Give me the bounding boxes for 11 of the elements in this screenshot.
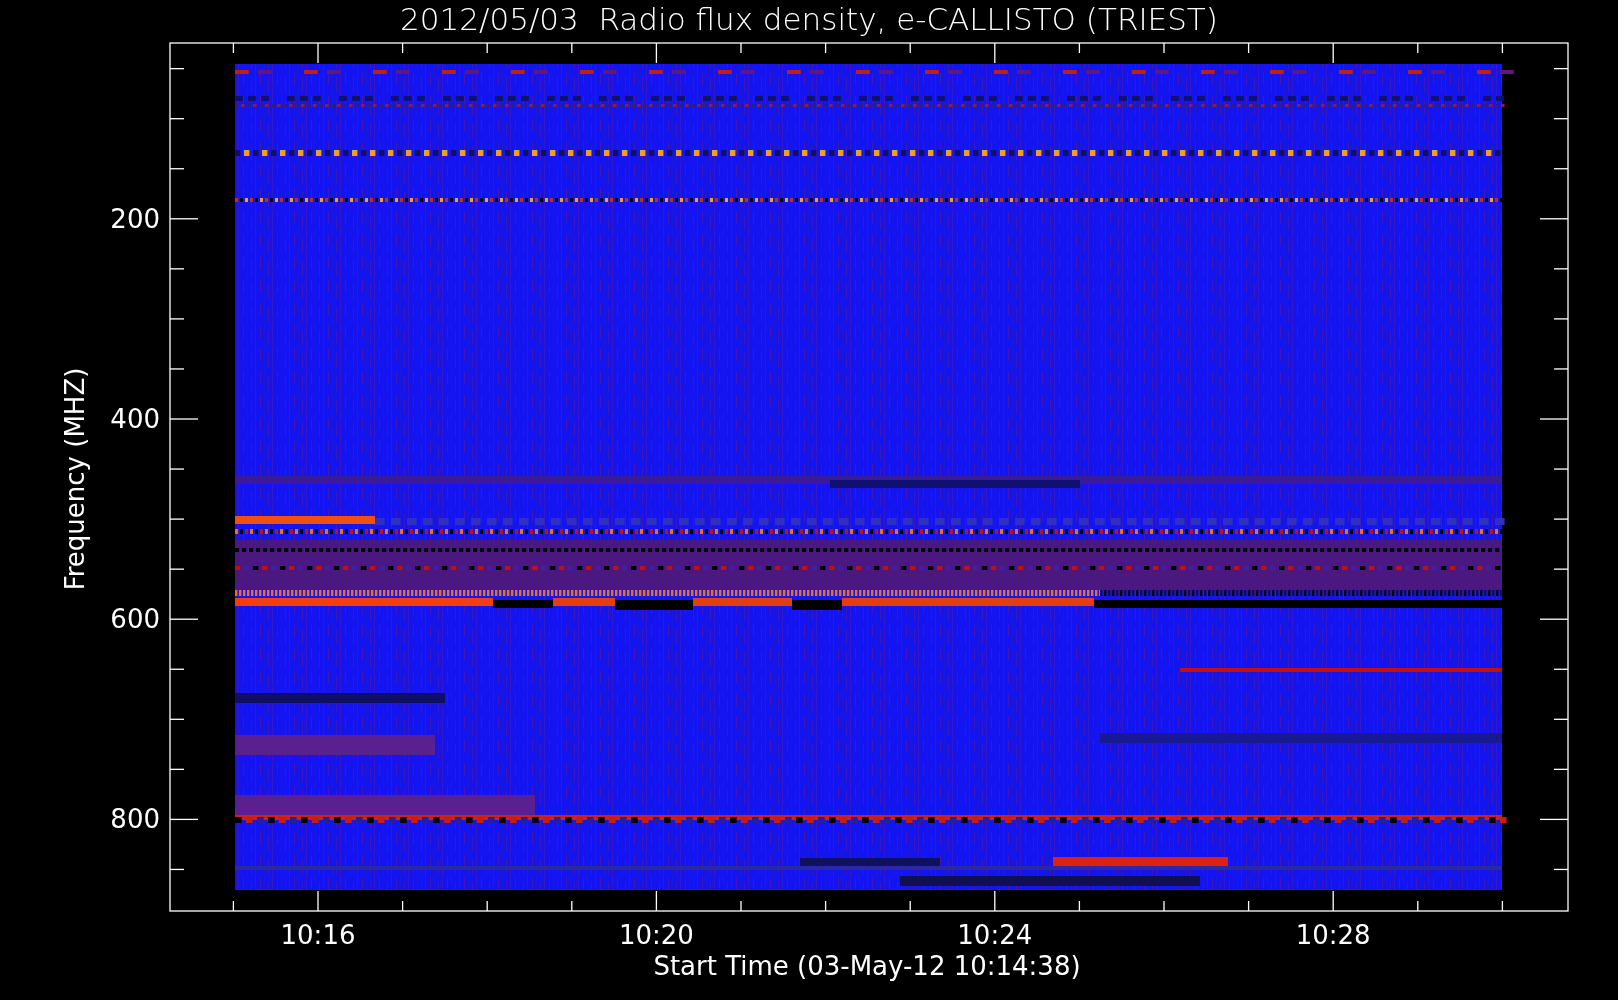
- x-tick-label: 10:20: [618, 920, 694, 950]
- y-tick-label: 600: [110, 604, 160, 635]
- x-axis-label: Start Time (03-May-12 10:14:38): [653, 951, 1081, 981]
- y-axis-label: Frequency (MHZ): [60, 367, 90, 591]
- chart-title: 2012/05/03 Radio flux density, e-CALLISTO (TRIEST): [400, 1, 1218, 37]
- y-tick-label: 200: [110, 203, 160, 234]
- y-tick-label: 400: [110, 404, 160, 434]
- y-tick-label: 800: [110, 804, 160, 835]
- x-tick-label: 10:28: [1295, 920, 1371, 950]
- x-tick-label: 10:16: [280, 920, 356, 950]
- x-tick-label: 10:24: [957, 920, 1033, 950]
